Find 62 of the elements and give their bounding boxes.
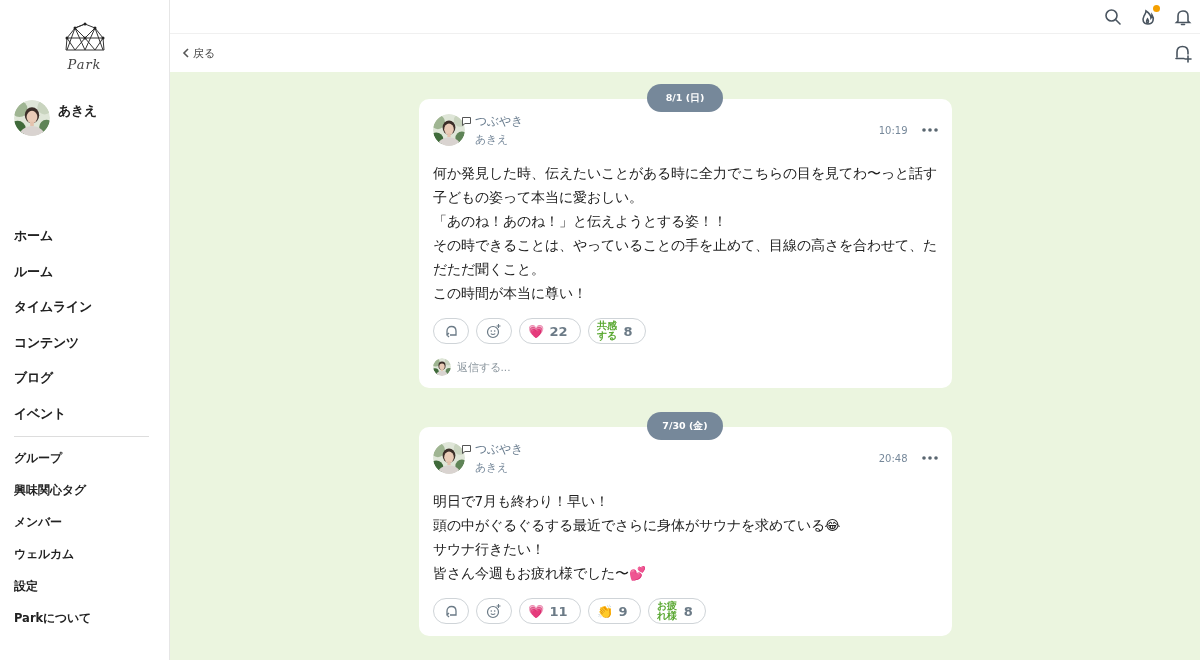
post-type: つぶやき bbox=[474, 113, 523, 130]
reaction-button[interactable] bbox=[475, 318, 512, 344]
nav-item[interactable]: イベント bbox=[14, 403, 169, 440]
emoji: 💗 bbox=[527, 603, 544, 619]
bell-plus-icon[interactable] bbox=[1174, 43, 1194, 63]
reaction-button[interactable] bbox=[432, 598, 469, 624]
smiley-plus-icon[interactable] bbox=[485, 323, 502, 339]
bell-icon[interactable] bbox=[1174, 7, 1192, 26]
nav-item[interactable]: ルーム bbox=[14, 261, 169, 298]
reaction-count: 9 bbox=[618, 603, 628, 619]
chevron-left-icon[interactable] bbox=[182, 48, 190, 58]
smiley-plus-icon[interactable] bbox=[485, 603, 502, 619]
nav-item[interactable]: Parkについて bbox=[14, 610, 169, 643]
speech-bubble-icon[interactable] bbox=[460, 116, 472, 127]
reaction-button[interactable] bbox=[432, 318, 469, 344]
nav-item[interactable]: グループ bbox=[14, 450, 169, 483]
emoji: 👏 bbox=[596, 603, 613, 619]
dome-logo-icon bbox=[62, 21, 107, 53]
post-text: 何か発見した時、伝えたいことがある時に全力でこちらの目を見てわ〜っと話す子どもの姿って本当に愛おしい。 bbox=[432, 164, 938, 207]
more-icon[interactable] bbox=[921, 456, 938, 460]
post-text: 明日で7月も終わり！早い！ bbox=[432, 492, 611, 511]
nav-item[interactable]: タイムライン bbox=[14, 297, 169, 333]
nav-item[interactable]: ホーム bbox=[14, 226, 169, 262]
reaction-button[interactable]: 💗 11 bbox=[518, 598, 581, 624]
post-text: 「あのね！あのね！」と伝えようとする姿！！ bbox=[432, 212, 728, 231]
stamp-label: お疲れ様 bbox=[656, 600, 678, 622]
reaction-button[interactable]: 💗 22 bbox=[518, 318, 581, 344]
reaction-count: 11 bbox=[549, 603, 568, 619]
post-text: 頭の中がぐるぐるする最近でさらに身体がサウナを求めている😂 bbox=[432, 516, 842, 535]
nav-item[interactable]: 設定 bbox=[14, 578, 169, 611]
author-name[interactable]: あきえ bbox=[474, 132, 523, 147]
nav-item[interactable]: ブログ bbox=[14, 368, 169, 404]
nav-item[interactable]: メンバー bbox=[14, 514, 169, 547]
reply-icon[interactable] bbox=[443, 604, 458, 618]
post-type: つぶやき bbox=[474, 441, 523, 458]
post-text: この時間が本当に尊い！ bbox=[432, 284, 588, 303]
reaction-button[interactable] bbox=[475, 598, 512, 624]
reaction-count: 8 bbox=[683, 603, 693, 619]
reaction-count: 22 bbox=[549, 323, 568, 339]
search-icon[interactable] bbox=[1104, 7, 1122, 26]
post-time: 20:48 bbox=[878, 452, 908, 464]
reply-icon[interactable] bbox=[443, 324, 458, 338]
nav-item[interactable]: 興味関心タグ bbox=[14, 482, 169, 515]
reaction-button[interactable]: 👏 9 bbox=[587, 598, 641, 624]
back-link[interactable]: 戻る bbox=[182, 45, 215, 61]
nav-item[interactable]: ウェルカム bbox=[14, 546, 169, 579]
flame-icon[interactable] bbox=[1139, 7, 1157, 26]
reaction-count: 8 bbox=[623, 323, 633, 339]
post-time: 10:19 bbox=[878, 124, 908, 136]
logo-text: Park bbox=[67, 57, 102, 72]
date-label: 8/1 (日) bbox=[647, 84, 723, 112]
speech-bubble-icon[interactable] bbox=[460, 444, 472, 455]
author-name[interactable]: あきえ bbox=[474, 460, 523, 475]
post-text: サウナ行きたい！ bbox=[432, 540, 546, 559]
date-label: 7/30 (金) bbox=[647, 412, 723, 440]
more-icon[interactable] bbox=[921, 128, 938, 132]
post-text: 皆さん今週もお疲れ様でした〜💕 bbox=[432, 564, 647, 583]
post-text: その時できることは、やっていることの手を止めて、目線の高さを合わせて、ただただ聞くこと。 bbox=[432, 236, 938, 279]
stamp-label: 共感する bbox=[596, 320, 618, 342]
emoji: 💗 bbox=[527, 323, 544, 339]
nav-item[interactable]: コンテンツ bbox=[14, 332, 169, 369]
user-name[interactable]: あきえ bbox=[58, 102, 97, 120]
